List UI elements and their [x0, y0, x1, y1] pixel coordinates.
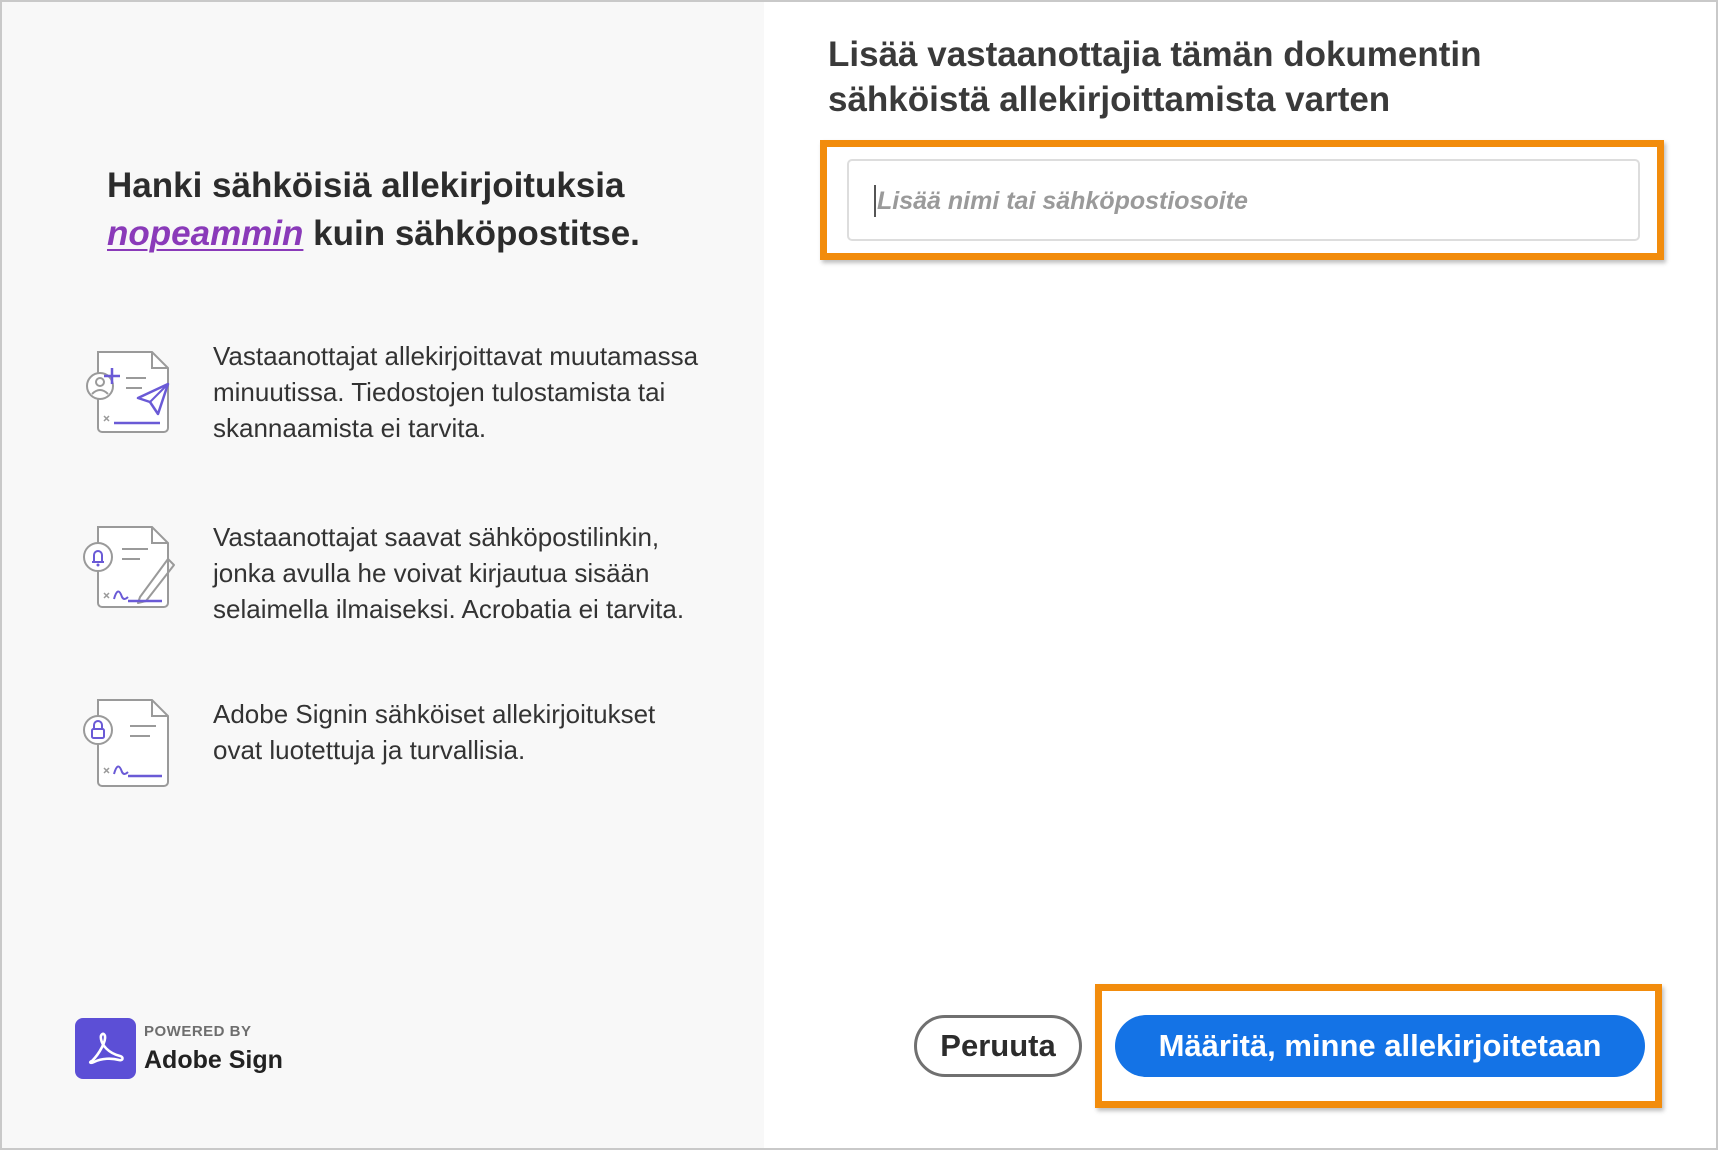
feature-item: Vastaanottajat allekirjoittavat muutamas… — [82, 338, 702, 446]
secure-document-icon — [82, 696, 177, 796]
feature-item: Vastaanottajat saavat sähköpostilinkin, … — [82, 519, 702, 627]
feature-text: Adobe Signin sähköiset allekirjoitukset … — [213, 699, 656, 765]
cancel-button[interactable]: Peruuta — [914, 1015, 1082, 1077]
send-document-icon — [82, 338, 177, 438]
headline-accent: nopeammin — [107, 214, 304, 253]
powered-by-label: POWERED BY — [144, 1022, 252, 1040]
feature-text: Vastaanottajat allekirjoittavat muutamas… — [213, 341, 699, 443]
input-highlight-frame — [820, 140, 1664, 260]
headline: Hanki sähköisiä allekirjoituksia nopeamm… — [107, 162, 707, 258]
brand-name: Adobe Sign — [144, 1045, 283, 1074]
powered-by-badge: POWERED BY Adobe Sign — [75, 1018, 283, 1079]
dialog: Hanki sähköisiä allekirjoituksia nopeamm… — [0, 0, 1718, 1150]
headline-line1: Hanki sähköisiä allekirjoituksia — [107, 166, 625, 205]
notification-sign-icon — [82, 519, 177, 619]
feature-text: Vastaanottajat saavat sähköpostilinkin, … — [213, 522, 685, 624]
info-panel: Hanki sähköisiä allekirjoituksia nopeamm… — [2, 2, 764, 1148]
adobe-acrobat-logo-icon — [75, 1018, 136, 1079]
button-highlight-frame — [1095, 984, 1662, 1108]
feature-item: Adobe Signin sähköiset allekirjoitukset … — [82, 696, 702, 796]
headline-rest: kuin sähköpostitse. — [303, 214, 640, 253]
page-title: Lisää vastaanottajia tämän dokumentin sä… — [828, 35, 1482, 119]
